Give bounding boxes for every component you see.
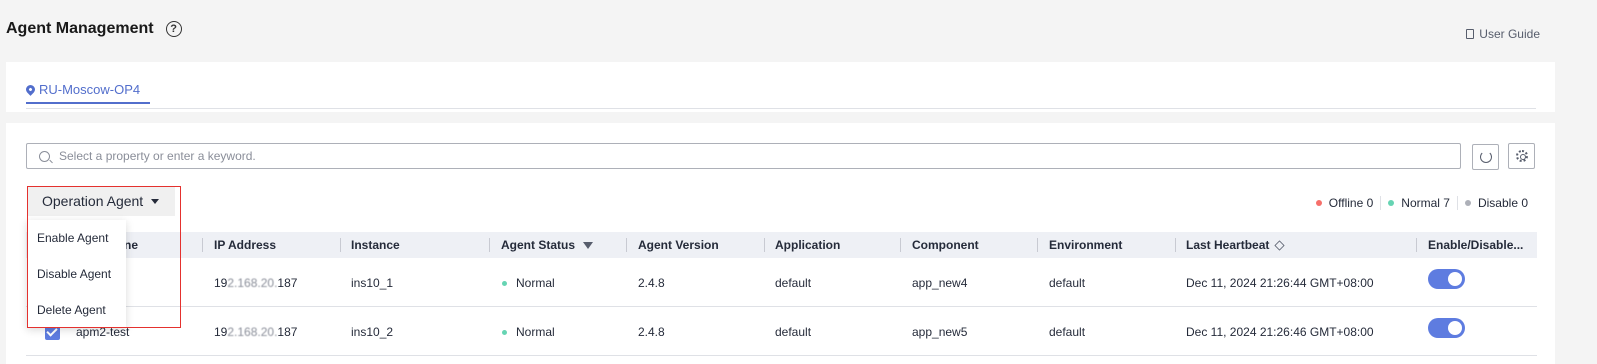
page-title: Agent Management (6, 20, 154, 37)
ip-masked: 2.168.20. (227, 276, 278, 290)
refresh-icon (1479, 151, 1492, 163)
legend-offline: Offline 0 (1309, 196, 1380, 210)
legend-disable-label: Disable 0 (1477, 196, 1528, 210)
col-application: Application (775, 238, 841, 252)
col-ip-address: IP Address (214, 238, 277, 252)
agent-version: 2.4.8 (638, 325, 665, 339)
status-dot-icon (502, 281, 507, 287)
column-divider (764, 238, 765, 252)
menu-item-enable-agent[interactable]: Enable Agent (27, 220, 126, 256)
operation-agent-dropdown[interactable]: Operation Agent (27, 186, 175, 216)
user-guide-label: User Guide (1479, 27, 1540, 41)
agent-table: ne IP Address Instance Agent Status Agen… (26, 232, 1537, 356)
agent-status: Normal (502, 325, 555, 339)
ip-suffix: 187 (277, 325, 298, 339)
search-input[interactable] (59, 149, 1439, 163)
col-agent-version: Agent Version (638, 238, 719, 252)
search-box[interactable] (26, 143, 1461, 169)
search-icon (39, 150, 50, 162)
location-pin-icon (24, 83, 37, 96)
col-environment: Environment (1049, 238, 1123, 252)
status-dot-icon (502, 330, 507, 336)
offline-dot-icon (1315, 200, 1322, 206)
enable-toggle[interactable] (1428, 318, 1465, 338)
page-header: Agent Management ? (6, 20, 182, 38)
filter-icon[interactable] (583, 242, 594, 250)
component: app_new4 (912, 276, 968, 290)
ip-prefix: 19 (214, 325, 228, 339)
operation-agent-menu: Enable Agent Disable Agent Delete Agent (27, 220, 126, 328)
col-enable-disable: Enable/Disable... (1428, 238, 1524, 252)
instance: ins10_1 (351, 276, 394, 290)
normal-dot-icon (1388, 200, 1395, 206)
legend-offline-label: Offline 0 (1328, 196, 1374, 210)
table-row: apm2-test 192.168.20.187 ins10_2 Normal … (26, 307, 1537, 356)
last-heartbeat: Dec 11, 2024 21:26:46 GMT+08:00 (1186, 325, 1374, 339)
legend-normal: Normal 7 (1381, 196, 1457, 210)
column-divider (1175, 238, 1176, 252)
operation-agent-label: Operation Agent (42, 193, 144, 209)
table-header: ne IP Address Instance Agent Status Agen… (26, 232, 1537, 258)
environment: default (1049, 325, 1086, 339)
settings-button[interactable] (1508, 143, 1535, 169)
sort-icon[interactable] (1274, 240, 1285, 251)
application: default (775, 325, 812, 339)
agent-version: 2.4.8 (638, 276, 665, 290)
ip-masked: 2.168.20. (227, 325, 278, 339)
column-divider (489, 238, 490, 252)
legend-normal-label: Normal 7 (1401, 196, 1450, 210)
column-divider (340, 238, 341, 252)
ip-address: 192.168.20.187 (214, 276, 297, 290)
component: app_new5 (912, 325, 968, 339)
tab-divider (26, 108, 1536, 109)
enable-toggle[interactable] (1428, 269, 1465, 289)
agent-status-label: Normal (516, 276, 555, 290)
environment: default (1049, 276, 1086, 290)
disable-dot-icon (1464, 200, 1471, 206)
column-divider (1416, 238, 1417, 252)
column-divider (900, 238, 901, 252)
column-divider (626, 238, 627, 252)
ip-address: 192.168.20.187 (214, 325, 297, 339)
col-agent-status-label: Agent Status (501, 238, 576, 252)
legend-disable: Disable 0 (1458, 196, 1528, 210)
document-icon (1466, 29, 1475, 39)
menu-item-disable-agent[interactable]: Disable Agent (27, 256, 126, 292)
ip-suffix: 187 (277, 276, 298, 290)
col-last-heartbeat-label: Last Heartbeat (1186, 238, 1270, 252)
active-tab-indicator (26, 102, 150, 104)
menu-item-delete-agent[interactable]: Delete Agent (27, 292, 126, 328)
tab-region[interactable]: RU-Moscow-OP4 (24, 82, 141, 97)
ip-prefix: 19 (214, 276, 228, 290)
column-divider (1037, 238, 1038, 252)
col-agent-status[interactable]: Agent Status (501, 238, 594, 252)
column-divider (202, 238, 203, 252)
region-tab-label: RU-Moscow-OP4 (39, 82, 141, 97)
col-instance: Instance (351, 238, 400, 252)
refresh-button[interactable] (1472, 144, 1499, 170)
status-legend: Offline 0 Normal 7 Disable 0 (1309, 196, 1528, 210)
application: default (775, 276, 812, 290)
col-agent-name[interactable]: ne (124, 238, 138, 252)
col-last-heartbeat[interactable]: Last Heartbeat (1186, 238, 1285, 252)
question-circle-icon[interactable]: ? (165, 21, 182, 37)
col-component: Component (912, 238, 979, 252)
region-card: RU-Moscow-OP4 (6, 62, 1555, 112)
agent-status-label: Normal (516, 325, 555, 339)
agent-status: Normal (502, 276, 555, 290)
caret-down-icon (151, 198, 160, 204)
table-row: t 192.168.20.187 ins10_1 Normal 2.4.8 de… (26, 258, 1537, 307)
user-guide-link[interactable]: User Guide (1466, 27, 1540, 41)
gear-icon (1515, 150, 1528, 162)
last-heartbeat: Dec 11, 2024 21:26:44 GMT+08:00 (1186, 276, 1374, 290)
instance: ins10_2 (351, 325, 394, 339)
